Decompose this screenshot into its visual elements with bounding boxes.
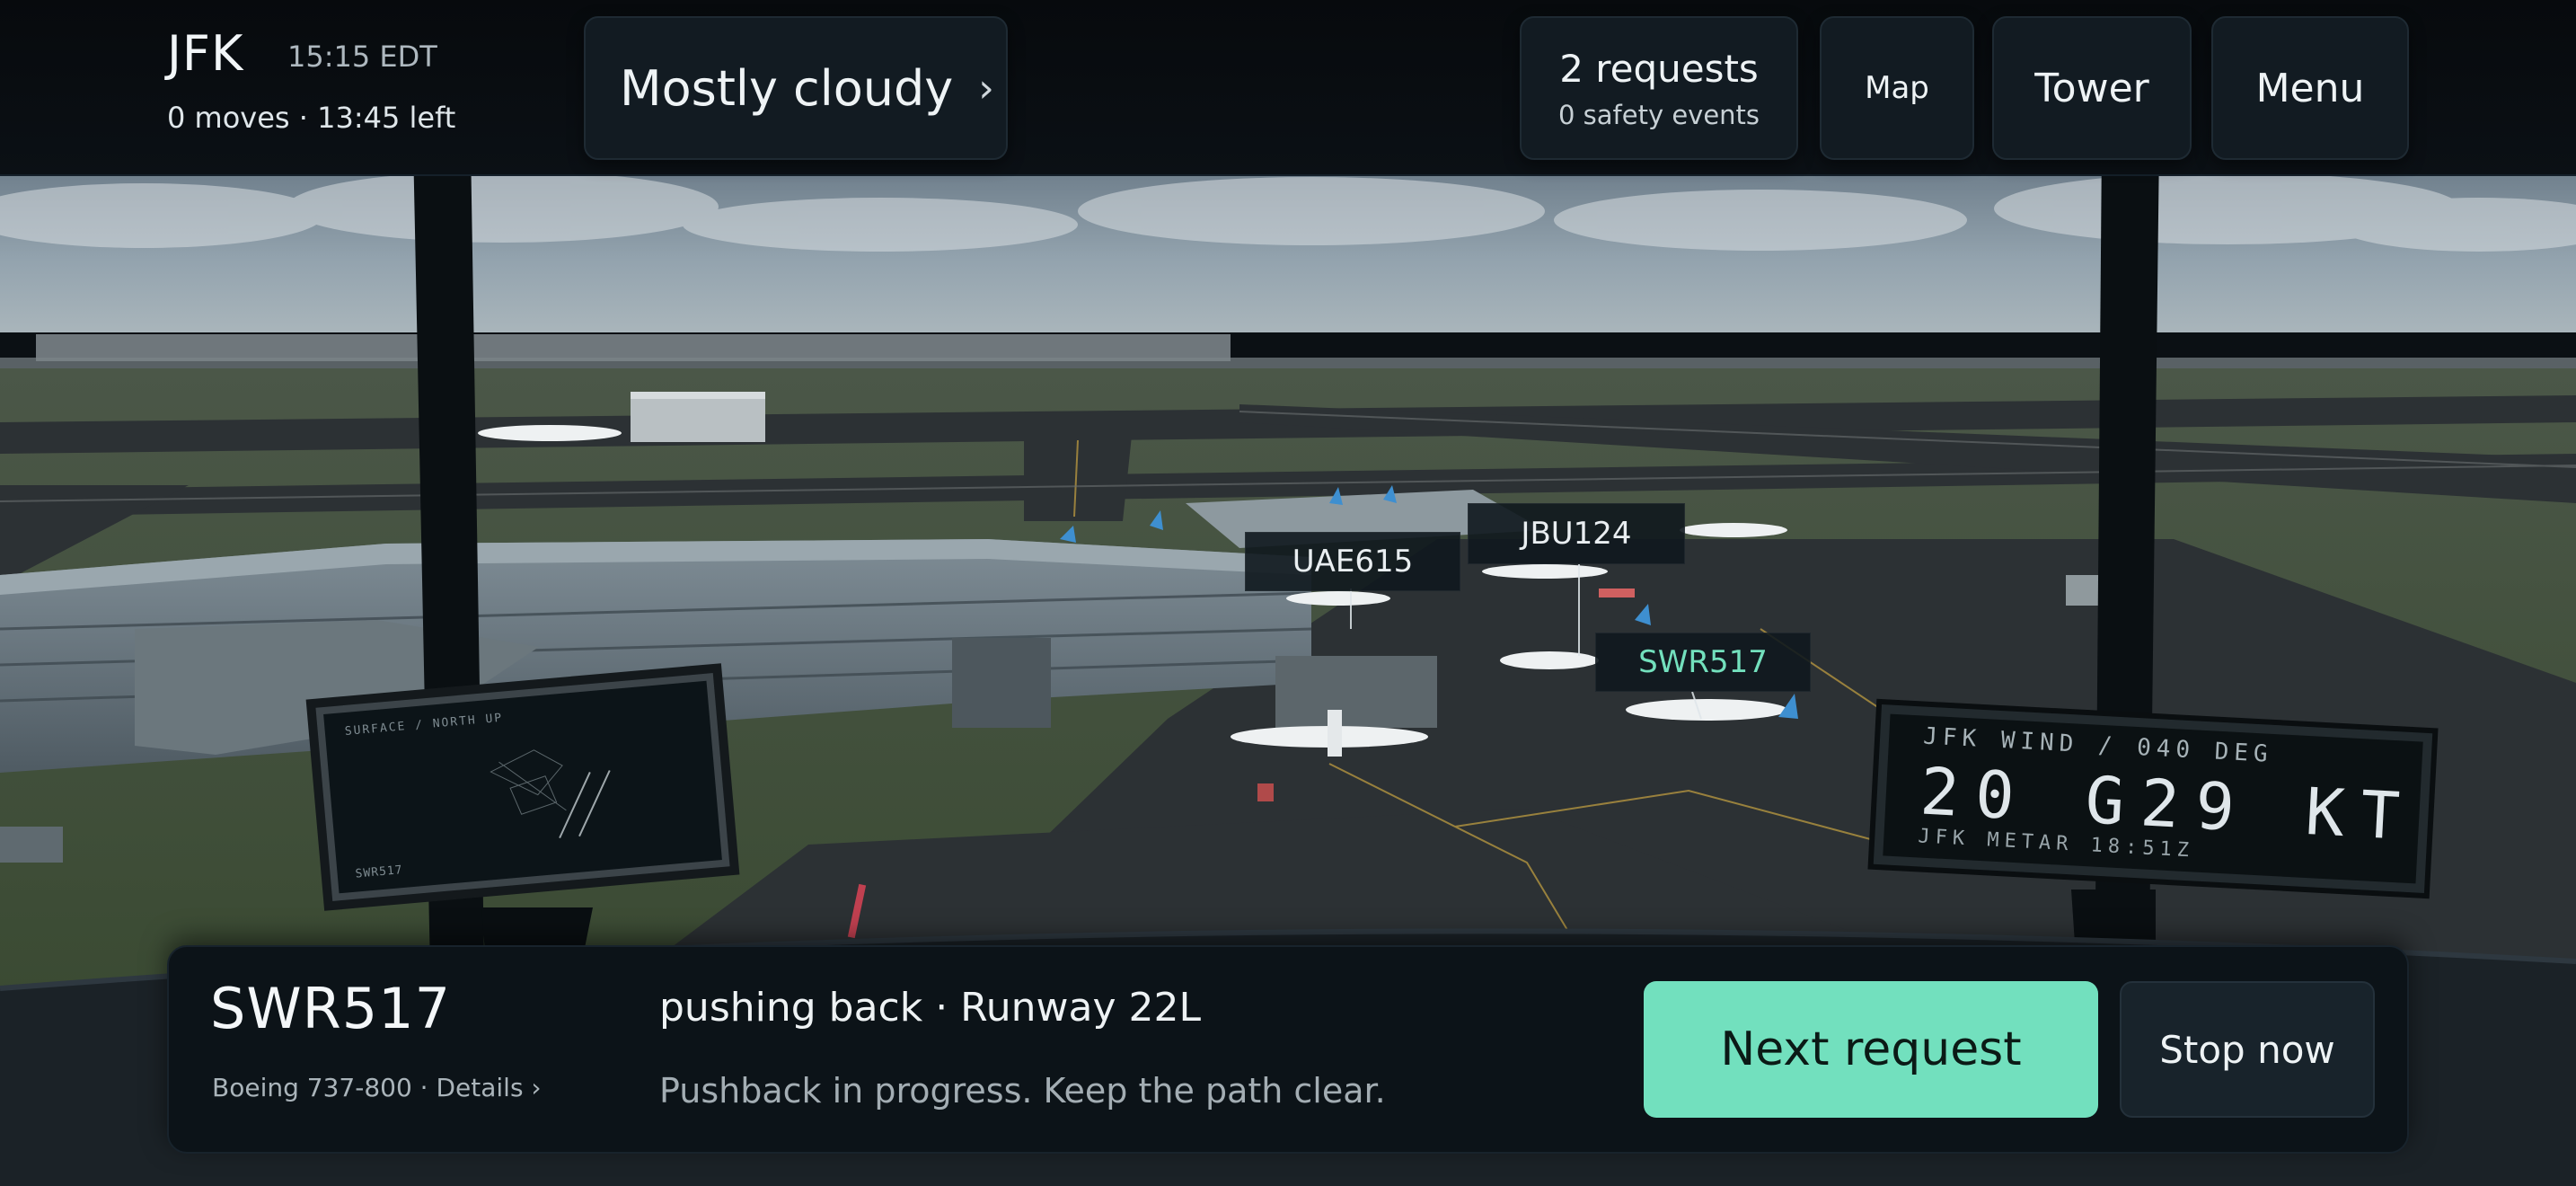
weather-label: Mostly cloudy bbox=[620, 59, 954, 117]
map-button[interactable]: Map bbox=[1820, 16, 1974, 160]
menu-button[interactable]: Menu bbox=[2211, 16, 2409, 160]
surface-radar-display: SURFACE / NORTH UP SWR517 bbox=[315, 673, 730, 901]
radar-map-icon bbox=[490, 749, 611, 839]
aircraft-tag-swr517[interactable]: SWR517 bbox=[1595, 633, 1811, 692]
aircraft-details-link[interactable]: Boeing 737-800 · Details › bbox=[212, 1073, 542, 1102]
selected-flight-panel: SWR517 Boeing 737-800 · Details › pushin… bbox=[167, 945, 2409, 1154]
flight-callsign: SWR517 bbox=[210, 976, 452, 1041]
weather-button[interactable]: Mostly cloudy › bbox=[584, 16, 1008, 160]
flight-status: pushing back · Runway 22L bbox=[659, 985, 1202, 1031]
aircraft-tag-uae615[interactable]: UAE615 bbox=[1245, 532, 1460, 591]
session-status: 0 moves · 13:45 left bbox=[167, 101, 456, 135]
chevron-right-icon: › bbox=[978, 65, 994, 111]
safety-events: 0 safety events bbox=[1557, 99, 1760, 130]
next-request-button[interactable]: Next request bbox=[1644, 981, 2098, 1118]
tower-button[interactable]: Tower bbox=[1992, 16, 2192, 160]
top-bar: JFK 15:15 EDT 0 moves · 13:45 left Mostl… bbox=[0, 0, 2576, 176]
flight-message: Pushback in progress. Keep the path clea… bbox=[659, 1071, 1386, 1111]
stop-now-button[interactable]: Stop now bbox=[2120, 981, 2375, 1118]
requests-button[interactable]: 2 requests 0 safety events bbox=[1520, 16, 1798, 160]
wind-display: JFK WIND / 040 DEG 20 G29 KT JFK METAR 1… bbox=[1873, 704, 2433, 893]
airport-code: JFK bbox=[167, 25, 244, 82]
aircraft-tag-jbu124[interactable]: JBU124 bbox=[1468, 503, 1685, 564]
requests-count: 2 requests bbox=[1559, 46, 1759, 91]
local-time: 15:15 EDT bbox=[287, 40, 437, 74]
